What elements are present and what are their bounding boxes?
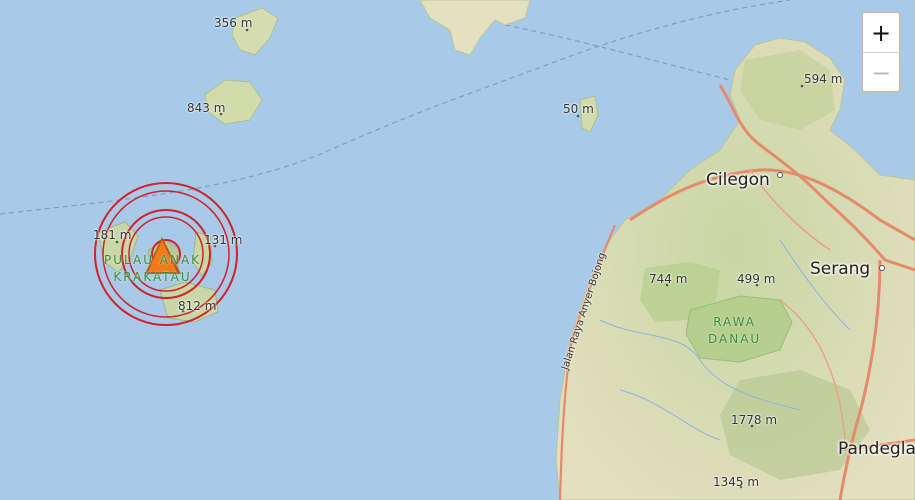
place-label-cilegon: Cilegon	[706, 170, 770, 190]
elevation-label: 131 m	[204, 233, 243, 247]
zoom-in-button[interactable]: +	[863, 13, 899, 53]
elevation-label: 1345 m	[713, 475, 760, 489]
place-label-pandeglang: Pandeglang	[838, 439, 915, 459]
park-label-line: PULAU ANAK	[104, 253, 202, 267]
park-label-krakatau: PULAU ANAK KRAKATAU	[104, 252, 201, 286]
cilegon-dot	[777, 172, 783, 178]
elevation-label: 744 m	[649, 272, 688, 286]
elevation-label: 594 m	[804, 72, 843, 86]
zoom-out-button[interactable]: −	[863, 53, 899, 92]
park-label-line: RAWA	[713, 315, 757, 329]
base-map[interactable]	[0, 0, 915, 500]
elevation-label: 181 m	[93, 228, 132, 242]
elevation-label: 812 m	[178, 299, 217, 313]
park-label-line: KRAKATAU	[113, 270, 192, 284]
elevation-label: 356 m	[214, 16, 253, 30]
serang-dot	[879, 265, 885, 271]
elevation-label: 499 m	[737, 272, 776, 286]
zoom-control: + −	[861, 11, 901, 93]
elevation-label: 1778 m	[731, 413, 778, 427]
park-label-line: DANAU	[708, 332, 762, 346]
place-label-serang: Serang	[810, 259, 871, 279]
elevation-label: 843 m	[187, 101, 226, 115]
elevation-label: 50 m	[563, 102, 594, 116]
park-label-rawa-danau: RAWA DANAU	[708, 314, 761, 348]
